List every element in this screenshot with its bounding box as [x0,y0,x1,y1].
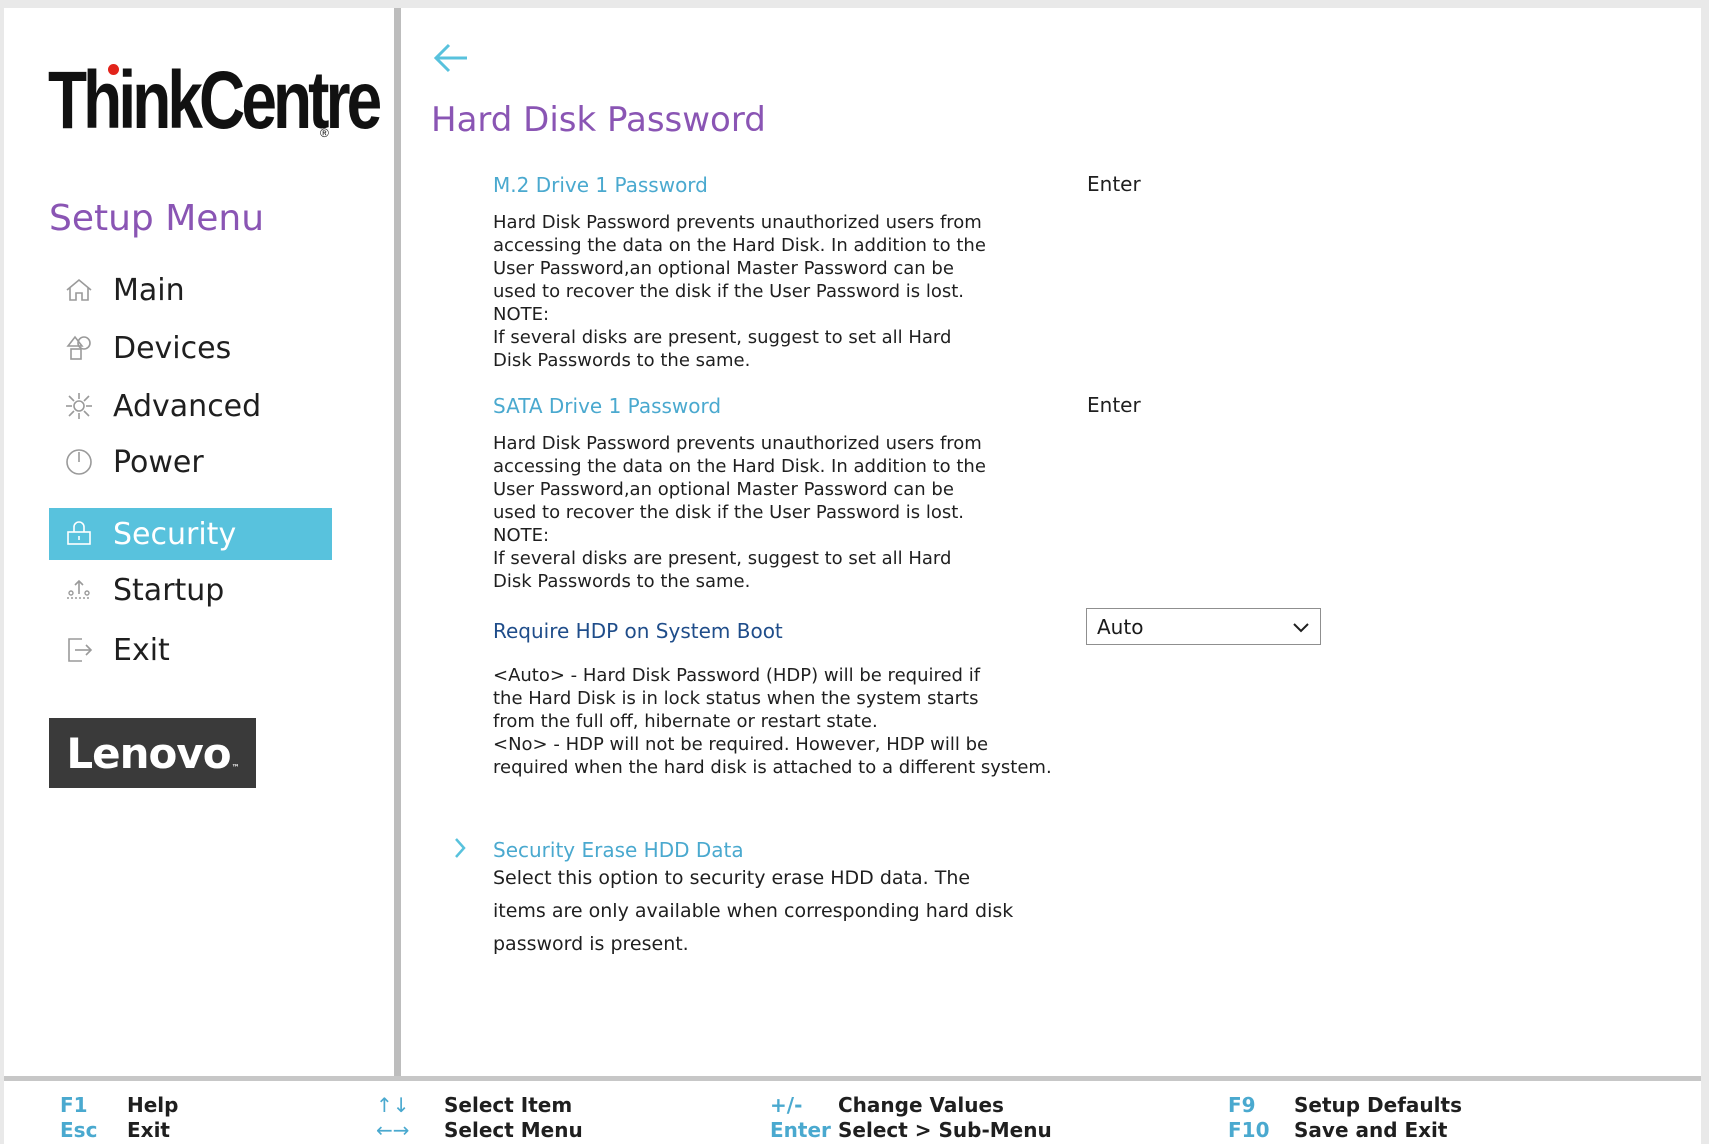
back-arrow-icon[interactable] [431,38,471,78]
footer-label-save-exit: Save and Exit [1294,1118,1448,1142]
lock-icon [59,514,99,554]
key-legend-footer: F1 Help Esc Exit ↑↓ Select Item ←→ Selec… [4,1076,1701,1144]
footer-key-f9: F9 [1228,1093,1256,1117]
sidebar-item-label: Power [113,444,204,480]
sidebar-item-power[interactable]: Power [49,436,332,488]
sata-drive-password-value[interactable]: Enter [1087,393,1141,417]
sidebar-item-security[interactable]: Security [49,508,332,560]
footer-label-exit: Exit [127,1118,170,1142]
sidebar-divider [394,8,401,1076]
up-down-arrows-icon: ↑↓ [376,1093,410,1117]
left-right-arrows-icon: ←→ [376,1118,410,1142]
main-panel: Hard Disk Password M.2 Drive 1 Password … [401,8,1701,1076]
devices-icon [59,328,99,368]
lenovo-logo: Lenovo ™ [49,718,256,788]
power-icon [59,442,99,482]
trademark-mark: ™ [231,763,240,772]
footer-label-select-item: Select Item [444,1093,573,1117]
chevron-right-icon[interactable] [451,836,471,860]
sidebar-item-label: Advanced [113,388,262,424]
footer-key-f1: F1 [60,1093,88,1117]
require-hdp-selected-value: Auto [1097,614,1144,639]
sidebar-item-startup[interactable]: Startup [49,564,332,616]
sidebar-item-label: Startup [113,572,225,608]
m2-drive-password-value[interactable]: Enter [1087,172,1141,196]
require-hdp-select[interactable]: Auto [1086,608,1321,645]
sidebar-item-label: Devices [113,330,232,366]
advanced-icon [59,386,99,426]
registered-mark: ® [320,126,329,140]
sidebar-item-advanced[interactable]: Advanced [49,380,332,432]
exit-icon [59,630,99,670]
sidebar-item-label: Security [113,516,237,552]
footer-key-enter: Enter [770,1118,831,1142]
footer-label-setup-defaults: Setup Defaults [1294,1093,1462,1117]
page-title: Hard Disk Password [431,100,766,140]
m2-drive-password-link[interactable]: M.2 Drive 1 Password [493,173,708,197]
sata-drive-password-link[interactable]: SATA Drive 1 Password [493,394,721,418]
setup-menu-title: Setup Menu [49,198,265,239]
bios-window: ThinkCentre ® Setup Menu Main Devices Ad… [4,8,1701,1144]
sidebar-item-exit[interactable]: Exit [49,624,332,676]
sidebar-item-label: Main [113,272,185,308]
footer-label-select-menu: Select Menu [444,1118,583,1142]
require-hdp-description: <Auto> - Hard Disk Password (HDP) will b… [493,665,1052,778]
sata-drive-password-description: Hard Disk Password prevents unauthorized… [493,433,986,592]
footer-label-help: Help [127,1093,179,1117]
m2-drive-password-description: Hard Disk Password prevents unauthorized… [493,212,986,371]
sidebar: ThinkCentre ® Setup Menu Main Devices Ad… [4,8,394,1076]
require-hdp-label: Require HDP on System Boot [493,619,783,643]
chevron-down-icon [1292,615,1310,639]
sidebar-item-devices[interactable]: Devices [49,322,332,374]
startup-icon [59,570,99,610]
sidebar-item-main[interactable]: Main [49,264,332,316]
footer-label-change-values: Change Values [838,1093,1004,1117]
sidebar-item-label: Exit [113,632,170,668]
footer-key-plus-minus: +/- [770,1093,803,1117]
footer-key-f10: F10 [1228,1118,1270,1142]
lenovo-logo-text: Lenovo [66,728,231,778]
security-erase-hdd-description: Select this option to security erase HDD… [493,867,1014,955]
footer-key-esc: Esc [60,1118,98,1142]
security-erase-hdd-link[interactable]: Security Erase HDD Data [493,838,744,862]
home-icon [59,270,99,310]
footer-label-select-submenu: Select > Sub-Menu [838,1118,1052,1142]
logo-red-dot [108,64,119,75]
